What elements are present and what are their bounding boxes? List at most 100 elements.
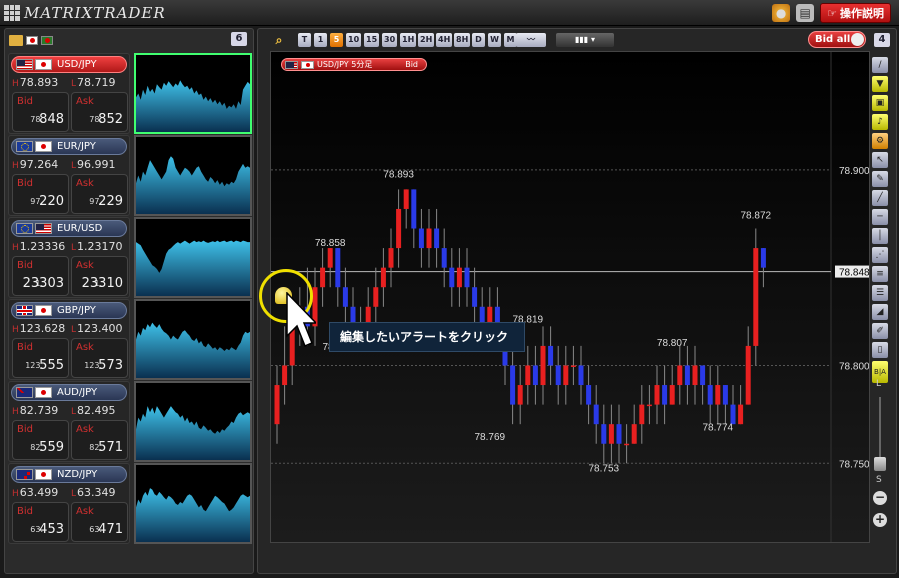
sparkline-area <box>136 406 250 460</box>
pair-name: NZD/JPY <box>57 469 98 480</box>
settings-tool-icon[interactable]: ⚙ <box>872 133 888 149</box>
zoom-search-icon[interactable]: ⌕ <box>268 33 290 47</box>
erase-tool-icon[interactable]: ✐ <box>872 323 888 339</box>
pair-name-badge[interactable]: AUD/JPY <box>11 384 127 401</box>
ask-button[interactable]: Ask 97. 229 <box>71 174 128 214</box>
currency-pair-row[interactable]: AUD/JPY H82.739 L82.495 Bid 82. 559 Ask … <box>8 381 252 462</box>
pair-name-badge[interactable]: GBP/JPY <box>11 302 127 319</box>
currency-pair-row[interactable]: NZD/JPY H63.499 L63.349 Bid 63. 453 Ask … <box>8 463 252 544</box>
y-tick-label: 78.800 <box>839 361 869 372</box>
bid-button[interactable]: Bid 63. 453 <box>12 502 69 542</box>
horizontal-line-icon[interactable]: ─ <box>872 209 888 225</box>
sparkline-chart[interactable] <box>134 299 252 380</box>
period-button-1h[interactable]: 1H <box>400 33 417 47</box>
zoom-out-button[interactable]: − <box>873 491 887 505</box>
currency-pair-row[interactable]: GBP/JPY H123.628 L123.400 Bid 123. 555 A… <box>8 299 252 380</box>
rate-panel-count[interactable]: 6 <box>231 32 247 46</box>
low-value: L63.349 <box>71 486 116 499</box>
chart-pair-tag[interactable]: USD/JPY 5分足 Bid <box>281 58 427 71</box>
chart-count-badge[interactable]: 4 <box>874 33 890 47</box>
pair-name-badge[interactable]: EUR/JPY <box>11 138 127 155</box>
bid-button[interactable]: Bid 78. 848 <box>12 92 69 132</box>
ask-button[interactable]: Ask 78. 852 <box>71 92 128 132</box>
eu-flag-icon <box>16 141 33 152</box>
us-flag-icon <box>285 60 298 69</box>
price-annotation: 78.893 <box>383 170 414 181</box>
delete-tool-icon[interactable]: ▯ <box>872 342 888 358</box>
ask-button[interactable]: Ask 63. 471 <box>71 502 128 542</box>
bid-all-toggle[interactable]: Bid all <box>808 31 866 48</box>
jp-flag-icon <box>35 387 52 398</box>
chart-style-icon[interactable]: 〰 <box>516 33 546 47</box>
candle-body <box>624 443 630 446</box>
sparkline-chart[interactable] <box>134 463 252 544</box>
sparkline-svg <box>136 240 250 296</box>
jp-flag-icon <box>35 59 52 70</box>
currency-pair-row[interactable]: USD/JPY H78.893 L78.719 Bid 78. 848 Ask … <box>8 53 252 134</box>
ask-button[interactable]: Ask 1. 23310 <box>71 256 128 296</box>
pair-name-badge[interactable]: NZD/JPY <box>11 466 127 483</box>
period-button-4h[interactable]: 4H <box>436 33 453 47</box>
sparkline-chart[interactable] <box>134 381 252 462</box>
folder-icon[interactable] <box>9 34 23 46</box>
period-button-5[interactable]: 5 <box>330 33 343 47</box>
period-button-t[interactable]: T <box>298 33 311 47</box>
rate-panel: 6 USD/JPY H78.893 L78.719 Bid 78. 848 As… <box>4 28 254 574</box>
bid-price: 555 <box>39 358 64 373</box>
chart-image-icon[interactable]: ▣ <box>872 95 888 111</box>
pen-tool-icon[interactable]: ✎ <box>872 171 888 187</box>
sparkline-chart[interactable] <box>134 135 252 216</box>
indicator-icon[interactable]: ▼ <box>872 76 888 92</box>
ask-price: 852 <box>98 112 123 127</box>
ask-button[interactable]: Ask 82. 571 <box>71 420 128 460</box>
currency-pair-row[interactable]: EUR/USD H1.23336 L1.23170 Bid 1. 23303 A… <box>8 217 252 298</box>
bid-price: 848 <box>39 112 64 127</box>
zoom-in-button[interactable]: + <box>873 513 887 527</box>
period-button-30[interactable]: 30 <box>382 33 398 47</box>
period-button-2h[interactable]: 2H <box>418 33 435 47</box>
period-button-w[interactable]: W <box>488 33 501 47</box>
currency-pair-row[interactable]: EUR/JPY H97.264 L96.991 Bid 97. 220 Ask … <box>8 135 252 216</box>
pair-name: EUR/JPY <box>57 141 96 152</box>
alert-bell-icon[interactable]: ♪ <box>872 114 888 130</box>
candle-body <box>639 404 645 425</box>
help-button[interactable]: ☞ 操作説明 <box>820 3 891 23</box>
candle-body <box>282 365 288 386</box>
sparkline-chart[interactable] <box>134 217 252 298</box>
palette-icon[interactable]: ● <box>772 4 791 22</box>
arc-tool-icon[interactable]: ◢ <box>872 304 888 320</box>
period-button-8h[interactable]: 8H <box>454 33 471 47</box>
period-button-d[interactable]: D <box>472 33 485 47</box>
trendline-tool-icon[interactable]: ╱ <box>872 190 888 206</box>
channel-tool-icon[interactable]: ≡ <box>872 266 888 282</box>
pair-name-badge[interactable]: USD/JPY <box>11 56 127 73</box>
high-value: H82.739 <box>12 404 59 417</box>
candlestick-chart[interactable]: 78.90078.84878.80078.75008:4009:2510:101… <box>270 51 870 543</box>
bid-button[interactable]: Bid 97. 220 <box>12 174 69 214</box>
pair-name: EUR/USD <box>57 223 103 234</box>
pair-name-badge[interactable]: EUR/USD <box>11 220 127 237</box>
period-button-15[interactable]: 15 <box>364 33 380 47</box>
bid-button[interactable]: Bid 82. 559 <box>12 420 69 460</box>
period-button-10[interactable]: 10 <box>346 33 362 47</box>
mouse-cursor-icon <box>286 292 316 347</box>
sparkline-chart[interactable] <box>134 53 252 134</box>
nz-flag-icon <box>16 469 33 480</box>
candle-body <box>616 424 622 444</box>
vertical-line-icon[interactable]: │ <box>872 228 888 244</box>
sparkline-svg <box>136 156 250 214</box>
period-button-1[interactable]: 1 <box>314 33 327 47</box>
cursor-tool-icon[interactable]: ↖ <box>872 152 888 168</box>
sparkline-svg <box>136 406 250 460</box>
candle-body <box>654 385 660 405</box>
bid-button[interactable]: Bid 1. 23303 <box>12 256 69 296</box>
fan-tool-icon[interactable]: ⋰ <box>872 247 888 263</box>
fibonacci-tool-icon[interactable]: ☰ <box>872 285 888 301</box>
line-tool-icon[interactable]: / <box>872 57 888 73</box>
ask-button[interactable]: Ask 123. 573 <box>71 338 128 378</box>
candle-type-select[interactable]: ▮▮▮ ▾ <box>556 33 614 47</box>
zoom-slider-handle[interactable] <box>874 457 886 471</box>
print-icon[interactable]: ▤ <box>796 4 815 22</box>
sparkline-svg <box>136 80 250 132</box>
bid-button[interactable]: Bid 123. 555 <box>12 338 69 378</box>
